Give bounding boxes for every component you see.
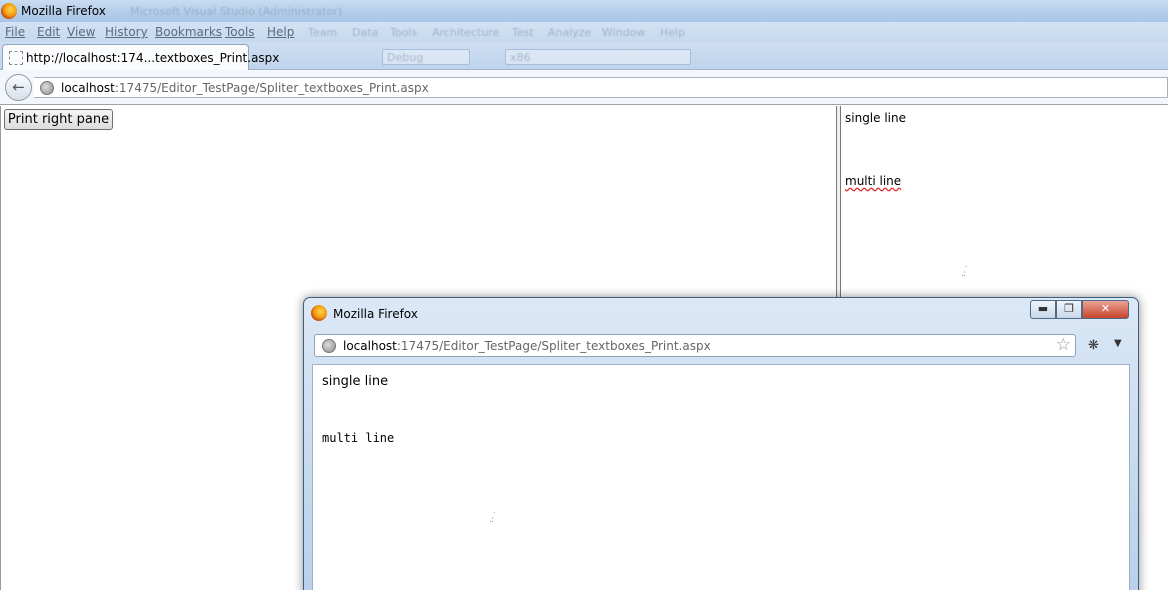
close-icon: ✕ [1100, 302, 1111, 315]
page-icon [9, 51, 23, 65]
background-window-title: Microsoft Visual Studio (Administrator) [130, 5, 342, 18]
window-title: Mozilla Firefox [21, 4, 106, 18]
resize-grip-icon[interactable]: ..: [489, 507, 496, 525]
background-debug-combo: Debug [382, 49, 470, 65]
tab-strip: http://localhost:174...textboxes_Print.a… [0, 42, 1168, 71]
background-cpu-combo: x86 [505, 49, 691, 65]
navigation-bar: ← localhost:17475/Editor_TestPage/Splite… [0, 70, 1168, 105]
background-menu-analyze: Analyze [548, 26, 592, 39]
firefox-icon [311, 305, 327, 321]
maximize-button[interactable]: ❐ [1056, 300, 1082, 319]
resize-grip-icon[interactable]: ..: [961, 261, 968, 279]
single-line-text: single line [845, 111, 906, 125]
popup-address-bar[interactable]: localhost:17475/Editor_TestPage/Spliter_… [314, 334, 1076, 357]
address-text: localhost:17475/Editor_TestPage/Spliter_… [61, 81, 429, 95]
menu-view[interactable]: View [67, 25, 95, 39]
minimize-icon: ▬ [1037, 302, 1049, 315]
minimize-button[interactable]: ▬ [1030, 300, 1056, 319]
tab-label: http://localhost:174...textboxes_Print.a… [26, 51, 280, 65]
chevron-down-icon[interactable]: ▼ [1114, 338, 1122, 349]
background-menu-architecture: Architecture [432, 26, 500, 39]
star-icon[interactable]: ☆ [1056, 336, 1071, 355]
menu-bar: File Edit View History Bookmarks Tools H… [0, 22, 1168, 42]
bug-icon[interactable]: ❋ [1088, 338, 1099, 353]
tab-current-page[interactable]: http://localhost:174...textboxes_Print.a… [2, 44, 279, 71]
title-bar: Mozilla Firefox Microsoft Visual Studio … [0, 0, 1168, 22]
address-bar[interactable]: localhost:17475/Editor_TestPage/Spliter_… [34, 77, 1168, 98]
background-menu-team: Team [308, 26, 338, 39]
print-right-pane-button[interactable]: Print right pane [4, 109, 113, 130]
menu-file[interactable]: File [5, 25, 25, 39]
background-menu-tools: Tools [390, 26, 418, 39]
popup-multi-line-text: multi line [322, 431, 395, 445]
background-menu-data: Data [352, 26, 379, 39]
menu-tools[interactable]: Tools [225, 25, 255, 39]
globe-icon [322, 339, 336, 353]
back-button[interactable]: ← [5, 74, 32, 101]
menu-history[interactable]: History [105, 25, 148, 39]
globe-icon [40, 81, 54, 95]
background-menu-help: Help [660, 26, 686, 39]
popup-single-line-text: single line [322, 374, 389, 389]
menu-edit[interactable]: Edit [37, 25, 60, 39]
maximize-icon: ❐ [1064, 302, 1074, 315]
background-menu-test: Test [512, 26, 534, 39]
print-popup-window: Mozilla Firefox ▬ ❐ ✕ localhost:17475/Ed… [303, 297, 1139, 590]
popup-address-text: localhost:17475/Editor_TestPage/Spliter_… [343, 339, 711, 353]
background-menu-window: Window [602, 26, 646, 39]
menu-bookmarks[interactable]: Bookmarks [155, 25, 222, 39]
popup-content: single line multi line ..: [312, 364, 1130, 590]
close-button[interactable]: ✕ [1082, 300, 1129, 319]
firefox-icon [1, 3, 17, 19]
multi-line-text: multi line [845, 174, 902, 188]
popup-title: Mozilla Firefox [333, 307, 418, 321]
menu-help[interactable]: Help [267, 25, 294, 39]
arrow-left-icon: ← [12, 78, 25, 96]
